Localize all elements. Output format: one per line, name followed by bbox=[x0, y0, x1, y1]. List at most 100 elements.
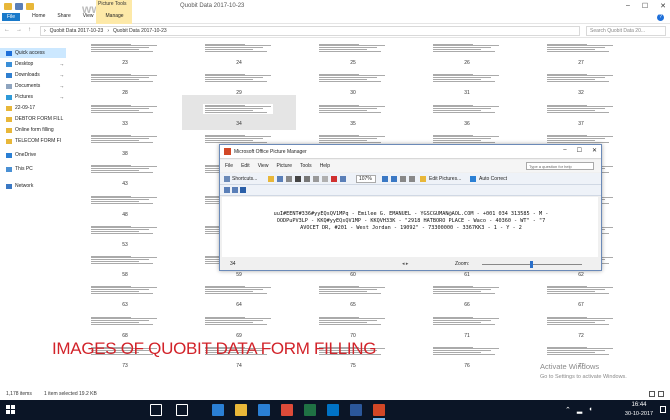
computer-icon bbox=[6, 166, 12, 172]
edit-pictures-button[interactable]: Edit Pictures... bbox=[429, 176, 461, 182]
volume-icon[interactable]: ◖ bbox=[588, 406, 592, 414]
save-icon[interactable] bbox=[15, 3, 23, 10]
help-icon[interactable]: ? bbox=[657, 14, 664, 21]
shortcuts-button[interactable]: Shortcuts... bbox=[232, 176, 257, 182]
sidebar-item-debtor-form-fill[interactable]: DEBTOR FORM FILL bbox=[6, 114, 63, 124]
delete-icon[interactable] bbox=[331, 176, 337, 182]
task-view-icon[interactable] bbox=[176, 404, 188, 416]
image-thumbnail bbox=[431, 133, 501, 144]
sidebar-item-network[interactable]: Network bbox=[6, 181, 33, 191]
image-thumbnail bbox=[545, 73, 615, 84]
back-arrow-icon[interactable]: ← bbox=[4, 27, 10, 33]
sidebar-item-onedrive[interactable]: OneDrive bbox=[6, 150, 36, 160]
chrome-icon[interactable] bbox=[281, 404, 293, 416]
windows-start-icon[interactable] bbox=[6, 405, 16, 415]
menu-help[interactable]: Help bbox=[320, 163, 330, 169]
menu-view[interactable]: View bbox=[258, 163, 269, 169]
word-icon[interactable] bbox=[350, 404, 362, 416]
forward-arrow-icon[interactable]: → bbox=[16, 27, 22, 33]
clock-date[interactable]: 30-10-2017 bbox=[622, 411, 656, 417]
thumbnail-view-icon[interactable] bbox=[224, 187, 230, 193]
rotate-left-icon[interactable] bbox=[400, 176, 406, 182]
up-arrow-icon[interactable]: ↑ bbox=[28, 27, 31, 33]
print-icon[interactable] bbox=[295, 176, 301, 182]
copy-icon[interactable] bbox=[313, 176, 319, 182]
thumbnail-item[interactable]: 76 bbox=[410, 337, 524, 372]
paste-icon[interactable] bbox=[322, 176, 328, 182]
large-icons-view-icon[interactable] bbox=[658, 391, 664, 397]
sidebar-item-pictures[interactable]: Pictures bbox=[6, 92, 33, 102]
network-icon[interactable]: ▂ bbox=[577, 406, 582, 414]
sidebar-item-desktop[interactable]: Desktop bbox=[6, 59, 33, 69]
save-icon[interactable] bbox=[277, 176, 283, 182]
breadcrumb-item[interactable]: Quobit Data 2017-10-23 bbox=[50, 28, 104, 34]
image-thumbnail bbox=[317, 43, 387, 53]
tab-view[interactable]: View bbox=[83, 13, 94, 21]
tab-share[interactable]: Share bbox=[57, 13, 70, 21]
breadcrumb-item[interactable]: Quobit Data 2017-10-23 bbox=[113, 28, 167, 34]
menu-edit[interactable]: Edit bbox=[241, 163, 250, 169]
sidebar-item-online-form-filling[interactable]: Online form filling bbox=[6, 125, 54, 135]
sidebar-item-telecom-form-fi[interactable]: TELECOM FORM FI bbox=[6, 136, 61, 146]
filmstrip-view-icon[interactable] bbox=[232, 187, 238, 193]
tab-file[interactable]: File bbox=[2, 13, 21, 21]
email-icon[interactable] bbox=[286, 176, 292, 182]
sidebar-item-documents[interactable]: Documents bbox=[6, 81, 40, 91]
sidebar-item-22-09-17[interactable]: 22-09-17 bbox=[6, 103, 35, 113]
store-icon[interactable] bbox=[258, 404, 270, 416]
excel-icon[interactable] bbox=[304, 404, 316, 416]
undo-icon[interactable] bbox=[340, 176, 346, 182]
outlook-icon[interactable] bbox=[327, 404, 339, 416]
pm-window-controls: – ☐ ✕ bbox=[563, 147, 597, 154]
taskbar: ⌃ ▂ ◖ 16:44 30-10-2017 bbox=[0, 400, 670, 420]
zoom-out-icon[interactable] bbox=[391, 176, 397, 182]
minimize-icon[interactable]: – bbox=[626, 2, 630, 10]
search-input[interactable]: Search Quobit Data 20... bbox=[586, 26, 666, 36]
file-explorer-icon[interactable] bbox=[235, 404, 247, 416]
menu-file[interactable]: File bbox=[225, 163, 233, 169]
single-picture-view-icon[interactable] bbox=[240, 187, 246, 193]
maximize-icon[interactable]: ☐ bbox=[577, 147, 582, 154]
image-thumbnail bbox=[89, 73, 159, 84]
open-icon[interactable] bbox=[268, 176, 274, 182]
shortcuts-icon[interactable] bbox=[224, 176, 230, 182]
menu-tools[interactable]: Tools bbox=[300, 163, 312, 169]
tab-manage[interactable]: Manage bbox=[106, 13, 124, 21]
edge-icon[interactable] bbox=[212, 404, 224, 416]
previous-picture-icon[interactable]: ◂ bbox=[402, 261, 405, 267]
menu-picture[interactable]: Picture bbox=[276, 163, 292, 169]
pm-menubar: File Edit View Picture Tools Help Type a… bbox=[220, 160, 601, 172]
sidebar-item-label: Downloads bbox=[15, 72, 40, 78]
cut-icon[interactable] bbox=[304, 176, 310, 182]
close-icon[interactable]: ✕ bbox=[660, 2, 666, 10]
zoom-in-icon[interactable] bbox=[382, 176, 388, 182]
chevron-up-icon[interactable]: ⌃ bbox=[565, 406, 571, 414]
sidebar-item-this-pc[interactable]: This PC bbox=[6, 164, 33, 174]
cortana-icon[interactable] bbox=[150, 404, 162, 416]
minimize-icon[interactable]: – bbox=[563, 147, 566, 154]
details-view-icon[interactable] bbox=[649, 391, 655, 397]
maximize-icon[interactable]: ☐ bbox=[642, 2, 648, 10]
tab-home[interactable]: Home bbox=[32, 13, 45, 21]
zoom-slider[interactable] bbox=[482, 261, 582, 268]
zoom-slider-thumb[interactable] bbox=[530, 261, 533, 268]
help-question-input[interactable]: Type a question for help bbox=[526, 162, 594, 170]
star-icon bbox=[6, 50, 12, 56]
sidebar-item-quick-access[interactable]: Quick access bbox=[0, 48, 66, 58]
auto-correct-button[interactable]: Auto Correct bbox=[479, 176, 507, 182]
close-icon[interactable]: ✕ bbox=[592, 147, 597, 154]
edit-pictures-icon[interactable] bbox=[420, 176, 426, 182]
new-folder-icon[interactable] bbox=[26, 3, 34, 10]
next-picture-icon[interactable]: ▸ bbox=[406, 261, 409, 267]
sidebar-item-downloads[interactable]: Downloads bbox=[6, 70, 40, 80]
start-tile bbox=[6, 405, 10, 409]
breadcrumb[interactable]: › Quobit Data 2017-10-23 › Quobit Data 2… bbox=[40, 26, 580, 36]
image-thumbnail bbox=[317, 315, 387, 326]
picture-manager-icon[interactable] bbox=[373, 404, 385, 416]
clock-time[interactable]: 16:44 bbox=[622, 402, 656, 408]
zoom-select[interactable]: 107% bbox=[356, 175, 376, 183]
rotate-right-icon[interactable] bbox=[409, 176, 415, 182]
folder-icon[interactable] bbox=[4, 3, 12, 10]
auto-correct-icon[interactable] bbox=[470, 176, 476, 182]
action-center-icon[interactable] bbox=[660, 406, 666, 413]
